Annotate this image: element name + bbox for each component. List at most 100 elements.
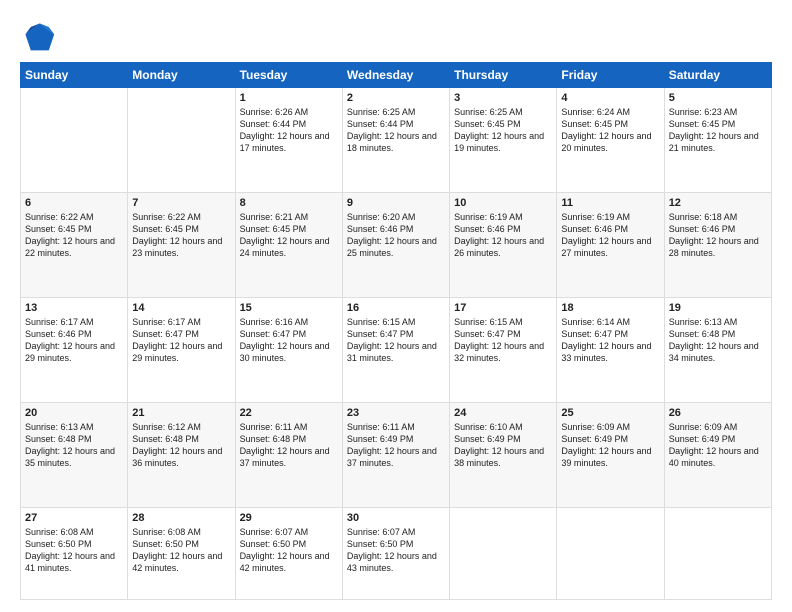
weekday-header-tuesday: Tuesday xyxy=(235,63,342,88)
calendar-day-cell: 29 Sunrise: 6:07 AM Sunset: 6:50 PM Dayli… xyxy=(235,507,342,599)
calendar-week-row: 27 Sunrise: 6:08 AM Sunset: 6:50 PM Dayli… xyxy=(21,507,772,599)
calendar-day-cell: 27 Sunrise: 6:08 AM Sunset: 6:50 PM Dayli… xyxy=(21,507,128,599)
day-number: 29 xyxy=(240,512,338,524)
calendar-day-cell: 24 Sunrise: 6:10 AM Sunset: 6:49 PM Dayli… xyxy=(450,402,557,507)
calendar-day-cell: 7 Sunrise: 6:22 AM Sunset: 6:45 PM Daylig… xyxy=(128,192,235,297)
page: SundayMondayTuesdayWednesdayThursdayFrid… xyxy=(0,0,792,612)
calendar-week-row: 6Sunrise: 6:22 AM Sunset: 6:45 PM Daylig… xyxy=(21,192,772,297)
day-number: 1 xyxy=(240,92,338,104)
header xyxy=(20,18,772,54)
day-number: 22 xyxy=(240,407,338,419)
day-info: Sunrise: 6:11 AM Sunset: 6:48 PM Dayligh… xyxy=(240,421,338,470)
calendar-day-cell: 1 Sunrise: 6:26 AM Sunset: 6:44 PM Daylig… xyxy=(235,88,342,193)
day-number: 7 xyxy=(132,197,230,209)
weekday-header-friday: Friday xyxy=(557,63,664,88)
day-info: Sunrise: 6:15 AM Sunset: 6:47 PM Dayligh… xyxy=(347,316,445,365)
day-number: 18 xyxy=(561,302,659,314)
day-info: Sunrise: 6:22 AM Sunset: 6:45 PM Dayligh… xyxy=(132,211,230,260)
calendar-day-cell: 26 Sunrise: 6:09 AM Sunset: 6:49 PM Dayli… xyxy=(664,402,771,507)
day-number: 16 xyxy=(347,302,445,314)
day-info: Sunrise: 6:07 AM Sunset: 6:50 PM Dayligh… xyxy=(240,526,338,575)
day-info: Sunrise: 6:21 AM Sunset: 6:45 PM Dayligh… xyxy=(240,211,338,260)
calendar-empty-cell xyxy=(21,88,128,193)
calendar-week-row: 20 Sunrise: 6:13 AM Sunset: 6:48 PM Dayli… xyxy=(21,402,772,507)
calendar-day-cell: 23 Sunrise: 6:11 AM Sunset: 6:49 PM Dayli… xyxy=(342,402,449,507)
day-number: 10 xyxy=(454,197,552,209)
day-info: Sunrise: 6:19 AM Sunset: 6:46 PM Dayligh… xyxy=(454,211,552,260)
day-number: 11 xyxy=(561,197,659,209)
day-info: Sunrise: 6:26 AM Sunset: 6:44 PM Dayligh… xyxy=(240,106,338,155)
day-number: 12 xyxy=(669,197,767,209)
day-number: 19 xyxy=(669,302,767,314)
calendar-day-cell: 15 Sunrise: 6:16 AM Sunset: 6:47 PM Dayli… xyxy=(235,297,342,402)
calendar-day-cell: 25 Sunrise: 6:09 AM Sunset: 6:49 PM Dayli… xyxy=(557,402,664,507)
calendar-day-cell: 6Sunrise: 6:22 AM Sunset: 6:45 PM Daylig… xyxy=(21,192,128,297)
weekday-header-saturday: Saturday xyxy=(664,63,771,88)
day-info: Sunrise: 6:19 AM Sunset: 6:46 PM Dayligh… xyxy=(561,211,659,260)
day-info: Sunrise: 6:09 AM Sunset: 6:49 PM Dayligh… xyxy=(561,421,659,470)
day-info: Sunrise: 6:09 AM Sunset: 6:49 PM Dayligh… xyxy=(669,421,767,470)
day-info: Sunrise: 6:13 AM Sunset: 6:48 PM Dayligh… xyxy=(25,421,123,470)
calendar-day-cell: 18 Sunrise: 6:14 AM Sunset: 6:47 PM Dayli… xyxy=(557,297,664,402)
logo-icon xyxy=(20,18,56,54)
day-info: Sunrise: 6:15 AM Sunset: 6:47 PM Dayligh… xyxy=(454,316,552,365)
day-number: 17 xyxy=(454,302,552,314)
calendar-day-cell: 22 Sunrise: 6:11 AM Sunset: 6:48 PM Dayli… xyxy=(235,402,342,507)
calendar-day-cell: 12 Sunrise: 6:18 AM Sunset: 6:46 PM Dayli… xyxy=(664,192,771,297)
calendar-day-cell: 10 Sunrise: 6:19 AM Sunset: 6:46 PM Dayli… xyxy=(450,192,557,297)
day-number: 24 xyxy=(454,407,552,419)
calendar-day-cell: 5 Sunrise: 6:23 AM Sunset: 6:45 PM Daylig… xyxy=(664,88,771,193)
day-number: 20 xyxy=(25,407,123,419)
calendar-day-cell: 2 Sunrise: 6:25 AM Sunset: 6:44 PM Daylig… xyxy=(342,88,449,193)
calendar-empty-cell xyxy=(450,507,557,599)
calendar-day-cell: 3Sunrise: 6:25 AM Sunset: 6:45 PM Daylig… xyxy=(450,88,557,193)
calendar-table: SundayMondayTuesdayWednesdayThursdayFrid… xyxy=(20,62,772,600)
day-info: Sunrise: 6:08 AM Sunset: 6:50 PM Dayligh… xyxy=(25,526,123,575)
day-number: 13 xyxy=(25,302,123,314)
calendar-week-row: 1 Sunrise: 6:26 AM Sunset: 6:44 PM Daylig… xyxy=(21,88,772,193)
day-number: 3 xyxy=(454,92,552,104)
calendar-day-cell: 17 Sunrise: 6:15 AM Sunset: 6:47 PM Dayli… xyxy=(450,297,557,402)
day-info: Sunrise: 6:10 AM Sunset: 6:49 PM Dayligh… xyxy=(454,421,552,470)
day-number: 14 xyxy=(132,302,230,314)
calendar-day-cell: 30Sunrise: 6:07 AM Sunset: 6:50 PM Dayli… xyxy=(342,507,449,599)
day-info: Sunrise: 6:20 AM Sunset: 6:46 PM Dayligh… xyxy=(347,211,445,260)
day-number: 4 xyxy=(561,92,659,104)
day-number: 8 xyxy=(240,197,338,209)
calendar-day-cell: 14 Sunrise: 6:17 AM Sunset: 6:47 PM Dayli… xyxy=(128,297,235,402)
logo xyxy=(20,18,58,54)
day-number: 21 xyxy=(132,407,230,419)
calendar-empty-cell xyxy=(128,88,235,193)
weekday-header-sunday: Sunday xyxy=(21,63,128,88)
day-number: 26 xyxy=(669,407,767,419)
day-info: Sunrise: 6:11 AM Sunset: 6:49 PM Dayligh… xyxy=(347,421,445,470)
day-info: Sunrise: 6:14 AM Sunset: 6:47 PM Dayligh… xyxy=(561,316,659,365)
day-number: 15 xyxy=(240,302,338,314)
day-info: Sunrise: 6:18 AM Sunset: 6:46 PM Dayligh… xyxy=(669,211,767,260)
calendar-day-cell: 4 Sunrise: 6:24 AM Sunset: 6:45 PM Daylig… xyxy=(557,88,664,193)
weekday-header-wednesday: Wednesday xyxy=(342,63,449,88)
weekday-header-monday: Monday xyxy=(128,63,235,88)
calendar-empty-cell xyxy=(664,507,771,599)
day-info: Sunrise: 6:17 AM Sunset: 6:47 PM Dayligh… xyxy=(132,316,230,365)
day-info: Sunrise: 6:25 AM Sunset: 6:44 PM Dayligh… xyxy=(347,106,445,155)
day-number: 28 xyxy=(132,512,230,524)
calendar-day-cell: 19 Sunrise: 6:13 AM Sunset: 6:48 PM Dayli… xyxy=(664,297,771,402)
day-number: 23 xyxy=(347,407,445,419)
day-info: Sunrise: 6:12 AM Sunset: 6:48 PM Dayligh… xyxy=(132,421,230,470)
weekday-header-thursday: Thursday xyxy=(450,63,557,88)
day-number: 27 xyxy=(25,512,123,524)
calendar-day-cell: 8 Sunrise: 6:21 AM Sunset: 6:45 PM Daylig… xyxy=(235,192,342,297)
day-info: Sunrise: 6:23 AM Sunset: 6:45 PM Dayligh… xyxy=(669,106,767,155)
day-info: Sunrise: 6:16 AM Sunset: 6:47 PM Dayligh… xyxy=(240,316,338,365)
calendar-day-cell: 20 Sunrise: 6:13 AM Sunset: 6:48 PM Dayli… xyxy=(21,402,128,507)
day-number: 25 xyxy=(561,407,659,419)
day-info: Sunrise: 6:07 AM Sunset: 6:50 PM Dayligh… xyxy=(347,526,445,575)
calendar-day-cell: 9Sunrise: 6:20 AM Sunset: 6:46 PM Daylig… xyxy=(342,192,449,297)
day-number: 5 xyxy=(669,92,767,104)
day-info: Sunrise: 6:13 AM Sunset: 6:48 PM Dayligh… xyxy=(669,316,767,365)
day-info: Sunrise: 6:24 AM Sunset: 6:45 PM Dayligh… xyxy=(561,106,659,155)
calendar-day-cell: 21 Sunrise: 6:12 AM Sunset: 6:48 PM Dayli… xyxy=(128,402,235,507)
day-number: 2 xyxy=(347,92,445,104)
calendar-empty-cell xyxy=(557,507,664,599)
